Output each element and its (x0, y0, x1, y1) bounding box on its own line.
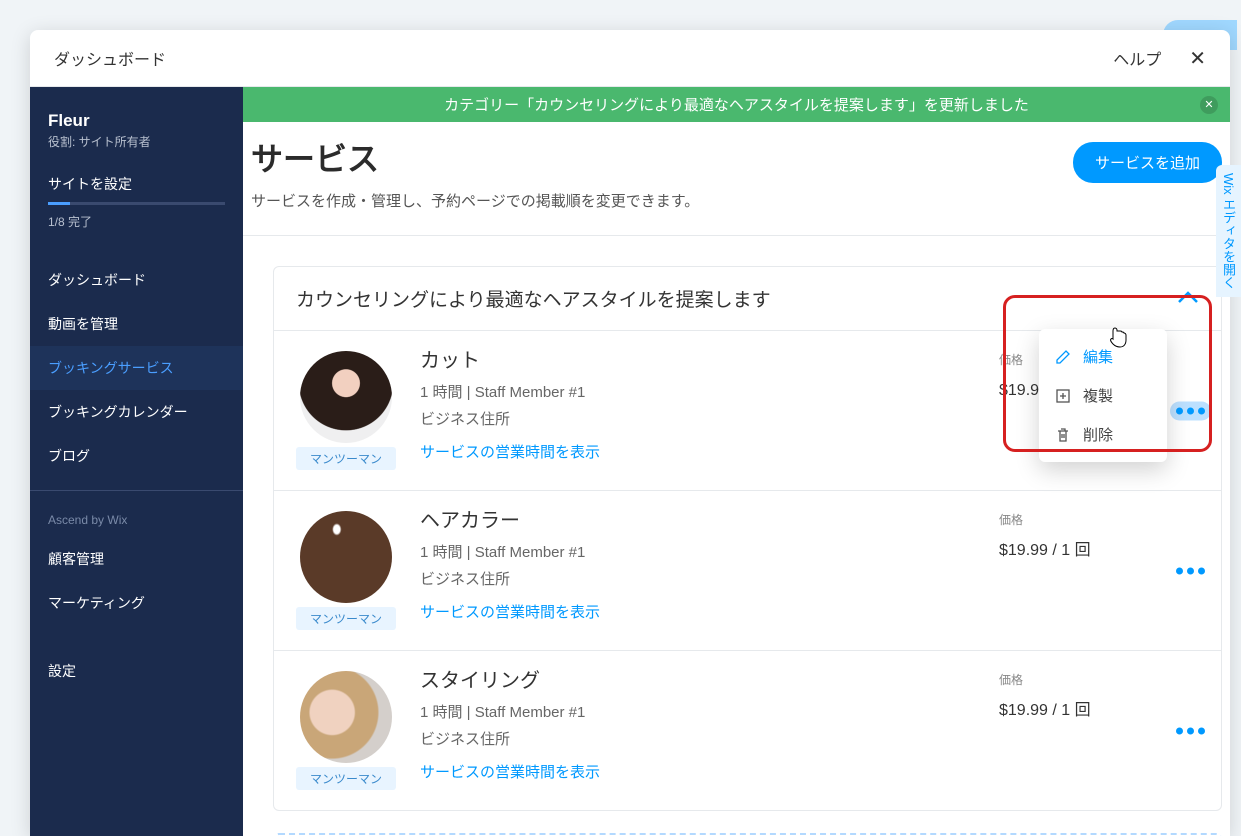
pencil-icon (1055, 349, 1071, 365)
sidebar-item-booking-calendar[interactable]: ブッキングカレンダー (30, 390, 243, 434)
close-icon[interactable]: ✕ (1189, 46, 1206, 71)
service-type-tag: マンツーマン (296, 447, 396, 470)
sidebar-item-blog[interactable]: ブログ (30, 434, 243, 478)
service-hours-link[interactable]: サービスの営業時間を表示 (420, 761, 975, 782)
context-edit-label: 編集 (1083, 346, 1113, 367)
service-image (300, 351, 392, 443)
modal-header: ダッシュボード ヘルプ ✕ (30, 30, 1230, 87)
price-value: $19.99 / 1 回 (999, 696, 1199, 720)
service-address: ビジネス住所 (420, 408, 975, 429)
category-header[interactable]: カウンセリングにより最適なヘアスタイルを提案します (274, 267, 1221, 330)
context-menu: 編集 複製 削除 (1039, 329, 1167, 462)
progress-bar (48, 202, 225, 205)
service-hours-link[interactable]: サービスの営業時間を表示 (420, 601, 975, 622)
price-value: $19.99 / 1 回 (999, 536, 1199, 560)
modal-title: ダッシュボード (54, 46, 166, 70)
service-row: マンツーマン スタイリング 1 時間 | Staff Member #1 ビジネ… (274, 650, 1221, 810)
service-meta: 1 時間 | Staff Member #1 (420, 541, 975, 562)
page-description: サービスを作成・管理し、予約ページでの掲載順を変更できます。 (251, 190, 699, 211)
service-image (300, 671, 392, 763)
dashboard-modal: ダッシュボード ヘルプ ✕ Fleur 役割: サイト所有者 サイトを設定 1/… (30, 30, 1230, 836)
context-delete-label: 削除 (1083, 424, 1113, 445)
service-name: スタイリング (420, 671, 975, 691)
success-banner: カテゴリー「カウンセリングにより最適なヘアスタイルを提案します」を更新しました … (243, 87, 1230, 122)
sidebar-item-booking-services[interactable]: ブッキングサービス (30, 346, 243, 390)
service-name: ヘアカラー (420, 511, 975, 531)
service-meta: 1 時間 | Staff Member #1 (420, 701, 975, 722)
service-meta: 1 時間 | Staff Member #1 (420, 381, 975, 402)
more-actions-icon[interactable] (1170, 401, 1211, 420)
ascend-label: Ascend by Wix (30, 490, 243, 537)
service-row: マンツーマン ヘアカラー 1 時間 | Staff Member #1 ビジネス… (274, 490, 1221, 650)
service-name: カット (420, 351, 975, 371)
banner-text: カテゴリー「カウンセリングにより最適なヘアスタイルを提案します」を更新しました (444, 94, 1029, 115)
context-duplicate-label: 複製 (1083, 385, 1113, 406)
more-actions-icon[interactable] (1170, 721, 1211, 740)
main-content: カテゴリー「カウンセリングにより最適なヘアスタイルを提案します」を更新しました … (243, 87, 1230, 836)
category-title-text: カウンセリングにより最適なヘアスタイルを提案します (296, 285, 771, 312)
service-hours-link[interactable]: サービスの営業時間を表示 (420, 441, 975, 462)
setup-link[interactable]: サイトを設定 (30, 162, 243, 202)
plus-square-icon (1055, 388, 1071, 404)
context-edit[interactable]: 編集 (1039, 337, 1167, 376)
service-row: マンツーマン カット 1 時間 | Staff Member #1 ビジネス住所… (274, 330, 1221, 490)
category-panel: カウンセリングにより最適なヘアスタイルを提案します マンツーマン カット 1 時… (273, 266, 1222, 811)
trash-icon (1055, 427, 1071, 443)
service-image (300, 511, 392, 603)
service-type-tag: マンツーマン (296, 607, 396, 630)
service-address: ビジネス住所 (420, 568, 975, 589)
help-link[interactable]: ヘルプ (1113, 46, 1161, 70)
context-delete[interactable]: 削除 (1039, 415, 1167, 454)
more-actions-icon[interactable] (1170, 561, 1211, 580)
price-label: 価格 (999, 511, 1199, 528)
site-name: Fleur (30, 101, 243, 133)
close-banner-icon[interactable]: ✕ (1200, 96, 1218, 114)
page-title: サービス (251, 134, 699, 180)
open-editor-tab[interactable]: Wix エディタを開く (1216, 165, 1241, 297)
service-address: ビジネス住所 (420, 728, 975, 749)
sidebar-item-marketing[interactable]: マーケティング (30, 581, 243, 625)
sidebar-item-contacts[interactable]: 顧客管理 (30, 537, 243, 581)
chevron-up-icon (1177, 287, 1199, 310)
price-label: 価格 (999, 671, 1199, 688)
sidebar-item-dashboard[interactable]: ダッシュボード (30, 258, 243, 302)
service-type-tag: マンツーマン (296, 767, 396, 790)
sidebar-item-settings[interactable]: 設定 (30, 649, 243, 693)
context-duplicate[interactable]: 複製 (1039, 376, 1167, 415)
sidebar-item-video[interactable]: 動画を管理 (30, 302, 243, 346)
site-role: 役割: サイト所有者 (30, 133, 243, 162)
progress-text: 1/8 完了 (30, 213, 243, 244)
sidebar: Fleur 役割: サイト所有者 サイトを設定 1/8 完了 ダッシュボード 動… (30, 87, 243, 836)
add-service-button[interactable]: サービスを追加 (1073, 142, 1222, 183)
